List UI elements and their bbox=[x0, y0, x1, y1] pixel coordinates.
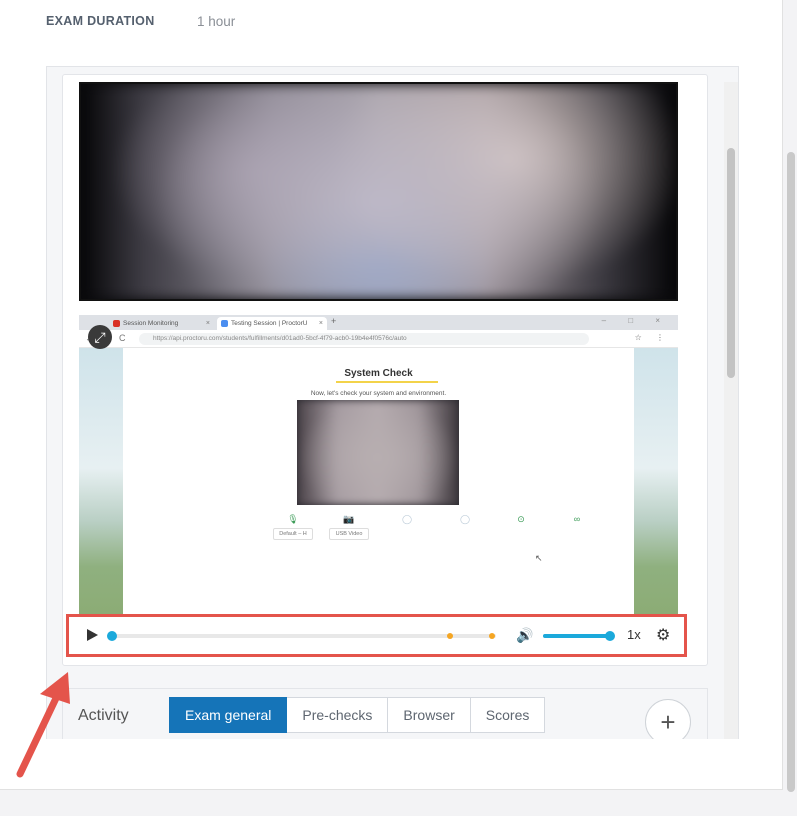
page-background-right bbox=[634, 348, 678, 615]
volume-fill bbox=[543, 634, 611, 638]
browser-tab-testing-session: Testing Session | ProctorU × bbox=[217, 317, 327, 330]
system-check-title: System Check bbox=[344, 368, 413, 379]
add-icon[interactable]: + bbox=[645, 699, 691, 739]
page-scrollbar-thumb[interactable] bbox=[787, 152, 795, 792]
check-item-microphone: 🎙 Default – H bbox=[273, 514, 313, 540]
exam-duration-value: 1 hour bbox=[197, 14, 236, 29]
browser-tab-title: Testing Session | ProctorU bbox=[231, 320, 308, 327]
camera-preview-blurred bbox=[297, 400, 459, 505]
reload-icon: C bbox=[119, 333, 126, 343]
check-5-icon: ⊙ bbox=[517, 514, 525, 524]
check-item-check-4: ◯ bbox=[445, 514, 485, 525]
recording-scrollbar-thumb[interactable] bbox=[727, 148, 735, 378]
tab-pre-checks[interactable]: Pre-checks bbox=[287, 697, 389, 733]
check-item-check-6: ∞ bbox=[557, 514, 597, 524]
progress-track[interactable] bbox=[107, 631, 496, 641]
play-icon[interactable] bbox=[87, 629, 98, 641]
playback-speed-button[interactable]: 1x bbox=[627, 627, 641, 642]
camera-icon: 📷 bbox=[343, 514, 355, 524]
gear-icon[interactable]: ⚙ bbox=[656, 625, 670, 645]
title-underline bbox=[336, 381, 438, 383]
camera-preview bbox=[297, 400, 459, 505]
check-4-icon: ◯ bbox=[459, 514, 471, 524]
annotation-arrow-icon bbox=[16, 672, 70, 778]
progress-knob[interactable] bbox=[107, 631, 117, 641]
volume-knob[interactable] bbox=[605, 631, 616, 641]
browser-tab-bar: Session Monitoring × Testing Session | P… bbox=[79, 315, 678, 330]
volume-icon[interactable]: 🔊 bbox=[516, 627, 533, 644]
browser-url-bar: https://api.proctoru.com/students/fulfil… bbox=[139, 333, 589, 345]
browser-toolbar-icons: ☆ ⋮ bbox=[634, 333, 670, 342]
check-3-icon: ◯ bbox=[401, 514, 413, 524]
video-player-controls: 🔊 1x ⚙ bbox=[66, 614, 687, 657]
tab-close-icon: × bbox=[205, 320, 210, 327]
event-marker[interactable] bbox=[489, 633, 496, 639]
tab-scores[interactable]: Scores bbox=[470, 697, 546, 733]
webcam-blurred-frame bbox=[81, 84, 676, 299]
tab-exam-general[interactable]: Exam general bbox=[169, 697, 288, 733]
mouse-cursor-icon: ↖ bbox=[535, 553, 543, 563]
page-background-left bbox=[79, 348, 123, 615]
tab-favicon-icon bbox=[221, 320, 228, 327]
screen-capture-video[interactable]: Session Monitoring × Testing Session | P… bbox=[79, 315, 678, 615]
tab-browser[interactable]: Browser bbox=[388, 697, 471, 733]
browser-toolbar: ← → C https://api.proctoru.com/students/… bbox=[79, 330, 678, 348]
new-tab-icon: + bbox=[331, 316, 337, 326]
check-6-icon: ∞ bbox=[573, 514, 581, 524]
tab-close-icon: × bbox=[318, 320, 323, 327]
tab-favicon-icon bbox=[113, 320, 120, 327]
system-check-page: System Check Now, let's check your syste… bbox=[123, 348, 634, 615]
volume-slider[interactable] bbox=[543, 631, 616, 641]
event-marker[interactable] bbox=[446, 633, 453, 639]
check-item-check-3: ◯ bbox=[387, 514, 427, 525]
microphone-icon: 🎙 bbox=[287, 514, 299, 524]
expand-icon[interactable]: ⤢ bbox=[88, 325, 112, 349]
webcam-video[interactable] bbox=[79, 82, 678, 301]
browser-tab-session-monitoring: Session Monitoring × bbox=[109, 317, 214, 330]
activity-tabs: Exam general Pre-checks Browser Scores bbox=[169, 697, 546, 733]
exam-duration-label: EXAM DURATION bbox=[46, 14, 155, 28]
browser-tab-title: Session Monitoring bbox=[123, 320, 179, 327]
check-item-camera: 📷 USB Video bbox=[329, 514, 369, 540]
system-check-subtitle: Now, let's check your system and environ… bbox=[310, 390, 447, 397]
microphone-select: Default – H bbox=[273, 528, 313, 540]
window-controls-icon: – □ × bbox=[601, 316, 670, 325]
camera-select: USB Video bbox=[329, 528, 369, 540]
check-item-check-5: ⊙ bbox=[501, 514, 541, 525]
